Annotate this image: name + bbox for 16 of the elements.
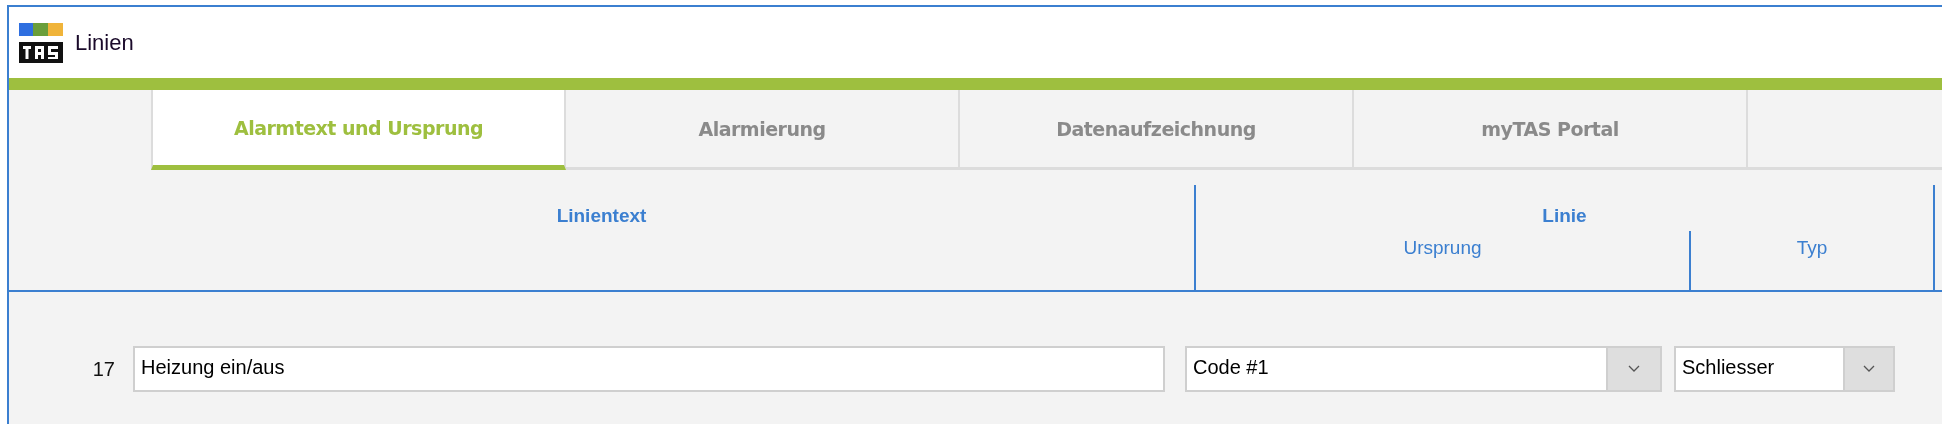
column-header: Typ bbox=[1796, 237, 1828, 259]
chevron-down-icon bbox=[1863, 365, 1875, 373]
text-field[interactable]: Heizung ein/aus bbox=[133, 346, 1165, 392]
tab[interactable]: myTAS Portal bbox=[1354, 90, 1748, 170]
app-logo-icon bbox=[19, 22, 63, 63]
dropdown[interactable]: Schliesser bbox=[1674, 346, 1895, 392]
column-header: Linie bbox=[1542, 204, 1587, 227]
dropdown[interactable]: Code #1 bbox=[1185, 346, 1662, 392]
tab[interactable]: Alarmtext und Ursprung bbox=[151, 90, 566, 170]
window-title: Linien bbox=[75, 29, 134, 56]
tab[interactable]: Alarmierung bbox=[566, 90, 960, 170]
column-header: Ursprung bbox=[1403, 237, 1482, 259]
chevron-down-icon bbox=[1628, 365, 1640, 373]
column-header: Linientext bbox=[556, 204, 647, 227]
row-number: 17 bbox=[91, 357, 116, 381]
tab[interactable]: Datenaufzeichnung bbox=[960, 90, 1354, 170]
